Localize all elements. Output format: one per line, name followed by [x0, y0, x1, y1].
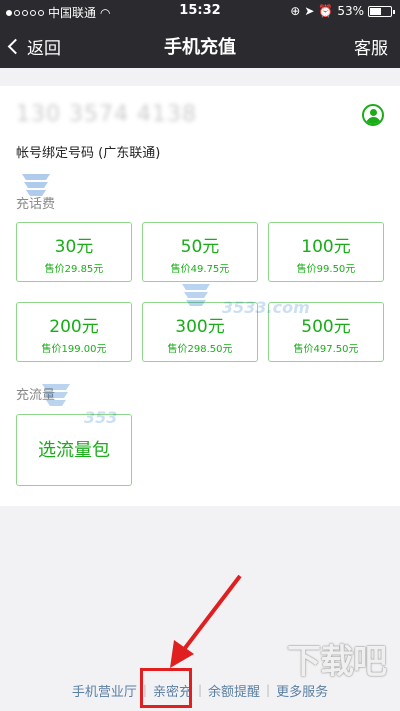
recharge-option-300[interactable]: 300元 售价298.50元: [142, 302, 258, 362]
option-amount: 50元: [180, 237, 220, 257]
site-watermark-logo: 下载吧: [287, 642, 387, 682]
option-price: 售价99.50元: [296, 264, 356, 275]
recharge-option-100[interactable]: 100元 售价99.50元: [268, 222, 384, 282]
option-amount: 200元: [49, 317, 99, 337]
phone-number-input[interactable]: 130 3574 4138: [16, 102, 197, 127]
lock-rotation-icon: ⊕: [290, 4, 301, 18]
recharge-section-label: 充话费: [16, 197, 56, 212]
battery-percent: 53%: [337, 4, 364, 18]
balance-reminder-link[interactable]: 余额提醒: [202, 681, 266, 700]
recharge-option-500[interactable]: 500元 售价497.50元: [268, 302, 384, 362]
location-icon: ➤: [304, 4, 315, 18]
binding-label: 帐号绑定号码 (广东联通): [16, 146, 161, 161]
select-data-plan-label: 选流量包: [38, 440, 110, 461]
recharge-option-30[interactable]: 30元 售价29.85元: [16, 222, 132, 282]
data-section-label: 充流量: [16, 388, 56, 403]
annotation-arrow-icon: [170, 574, 242, 668]
option-price: 售价49.75元: [170, 264, 230, 275]
option-price: 售价298.50元: [167, 344, 233, 355]
status-bar: 中国联通 ◠ 15:32 ⊕ ➤ ⏰ 53%: [0, 0, 400, 22]
option-price: 售价497.50元: [293, 344, 359, 355]
contact-icon[interactable]: [362, 104, 384, 126]
mobile-hall-link[interactable]: 手机营业厅: [66, 681, 143, 700]
recharge-option-50[interactable]: 50元 售价49.75元: [142, 222, 258, 282]
option-amount: 500元: [301, 317, 351, 337]
option-amount: 300元: [175, 317, 225, 337]
recharge-option-200[interactable]: 200元 售价199.00元: [16, 302, 132, 362]
status-right: ⊕ ➤ ⏰ 53%: [290, 4, 395, 18]
page-title: 手机充值: [164, 37, 236, 58]
customer-service-button[interactable]: 客服: [354, 34, 388, 59]
more-services-link[interactable]: 更多服务: [270, 681, 334, 700]
option-price: 售价29.85元: [44, 264, 104, 275]
battery-icon: [368, 5, 395, 17]
alarm-icon: ⏰: [318, 4, 334, 18]
family-recharge-link[interactable]: 亲密充: [147, 681, 198, 700]
option-price: 售价199.00元: [41, 344, 107, 355]
nav-bar: 返回 手机充值 客服: [0, 22, 400, 68]
option-amount: 30元: [54, 237, 94, 257]
select-data-plan-button[interactable]: 选流量包: [16, 414, 132, 486]
recharge-card: 130 3574 4138 帐号绑定号码 (广东联通) 充话费 30元 售价29…: [0, 86, 400, 506]
option-amount: 100元: [301, 237, 351, 257]
